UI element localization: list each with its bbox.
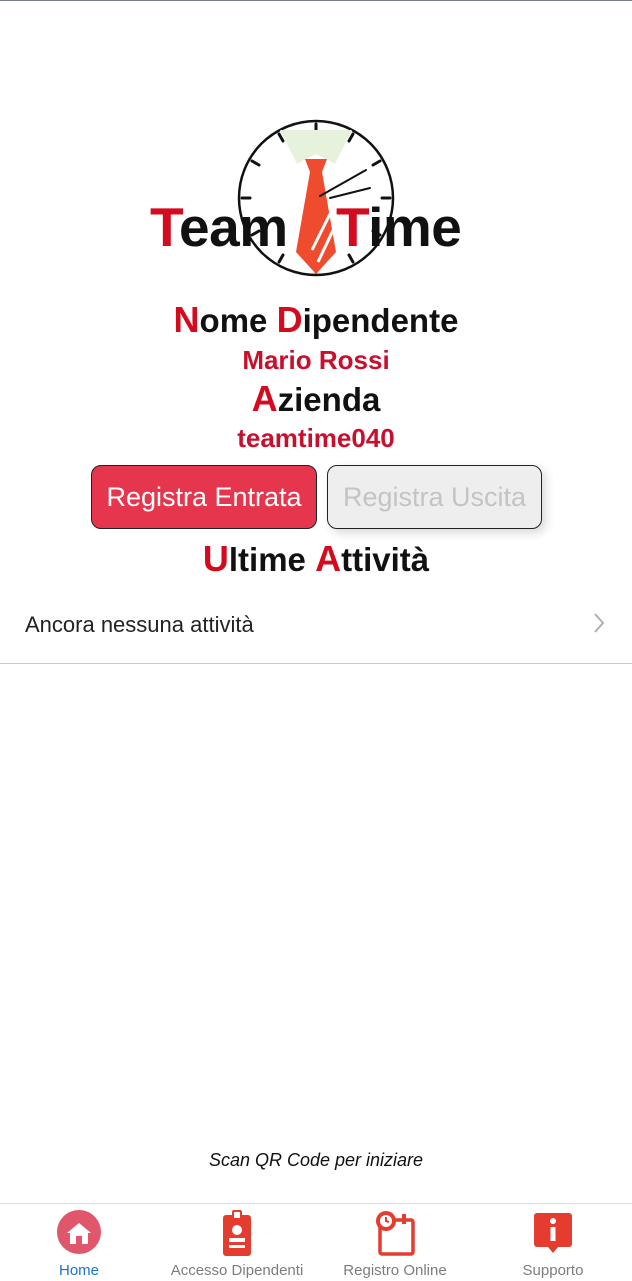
tab-support-label: Supporto	[522, 1262, 584, 1279]
tab-home[interactable]: Home	[0, 1204, 158, 1281]
employee-name-value: Mario Rossi	[242, 345, 390, 375]
team-time-logo: Team Time	[140, 112, 490, 282]
badge-icon	[223, 1210, 251, 1256]
activity-list-item[interactable]: Ancora nessuna attività	[0, 586, 632, 664]
info-icon	[534, 1213, 572, 1253]
check-in-button[interactable]: Registra Entrata	[91, 465, 317, 529]
tab-support[interactable]: Supporto	[474, 1204, 632, 1281]
chevron-right-icon	[594, 613, 605, 633]
home-icon	[57, 1210, 101, 1254]
tab-employee-access-label: Accesso Dipendenti	[170, 1262, 304, 1279]
bottom-tab-bar: Home Accesso Dipendenti Registro Online …	[0, 1203, 632, 1281]
tab-home-label: Home	[58, 1262, 99, 1279]
calendar-clock-icon	[376, 1211, 415, 1256]
company-heading: Azienda	[251, 378, 381, 419]
company-value: teamtime040	[237, 423, 395, 453]
tab-online-register-label: Registro Online	[343, 1262, 447, 1279]
status-bar-divider	[0, 0, 632, 1]
employee-name-heading: Nome Dipendente	[173, 299, 459, 340]
scan-qr-hint: Scan QR Code per iniziare	[208, 1150, 424, 1170]
tab-employee-access[interactable]: Accesso Dipendenti	[158, 1204, 316, 1281]
check-out-button[interactable]: Registra Uscita	[327, 465, 542, 529]
activity-empty-text: Ancora nessuna attività	[25, 612, 254, 637]
last-activities-heading: Ultime Attività	[202, 538, 430, 579]
tab-online-register[interactable]: Registro Online	[316, 1204, 474, 1281]
